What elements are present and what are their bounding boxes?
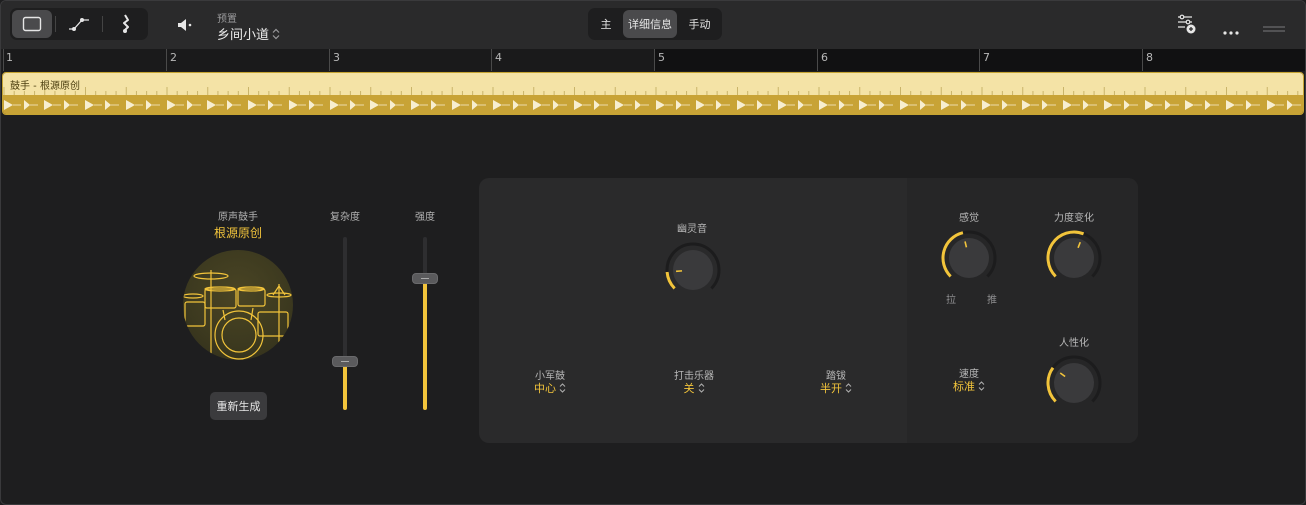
speaker-icon bbox=[178, 19, 192, 31]
bar-number: 6 bbox=[821, 51, 828, 64]
region-header: 鼓手 - 根源原创 bbox=[3, 73, 1303, 95]
ruler-out-of-range bbox=[654, 49, 1305, 71]
humanize-knob[interactable] bbox=[1046, 355, 1102, 411]
velocity-variation-knob[interactable] bbox=[1046, 230, 1102, 286]
feel-push-label: 推 bbox=[987, 295, 997, 306]
complexity-label: 复杂度 bbox=[330, 212, 360, 223]
drag-handle-icon bbox=[1263, 26, 1285, 32]
bar-number: 1 bbox=[6, 51, 13, 64]
more-icon bbox=[1223, 31, 1239, 35]
snare-selector[interactable]: 中心 bbox=[519, 380, 581, 396]
chevron-updown-icon bbox=[978, 381, 985, 391]
bar-number: 3 bbox=[333, 51, 340, 64]
more-button[interactable] bbox=[1222, 21, 1240, 40]
bar-number: 2 bbox=[170, 51, 177, 64]
drummer-name[interactable]: 根源原创 bbox=[188, 224, 288, 241]
tab-manual[interactable]: 手动 bbox=[679, 10, 720, 38]
settings-button[interactable] bbox=[1176, 13, 1198, 39]
percussion-value: 关 bbox=[683, 382, 695, 395]
feel-pull-label: 拉 bbox=[946, 295, 956, 306]
loudness-label: 强度 bbox=[415, 212, 435, 223]
region-pattern bbox=[3, 95, 1303, 114]
view-mode-segmented-control bbox=[10, 8, 148, 40]
bar-line bbox=[329, 49, 330, 71]
preset-label: 预置 bbox=[217, 14, 237, 25]
drag-handle[interactable] bbox=[1262, 19, 1286, 38]
segment-divider bbox=[102, 16, 103, 32]
automation-view-button[interactable] bbox=[59, 10, 99, 38]
bar-line bbox=[979, 49, 980, 71]
rectangle-view-icon bbox=[22, 16, 42, 32]
parameters-panel: 幽灵音 小军鼓 中心 打击乐器 关 踏钹 半开 感觉 拉 推 力度变化 速度 标… bbox=[479, 178, 1138, 443]
drum-hits-pattern bbox=[4, 100, 1301, 110]
hihat-selector[interactable]: 半开 bbox=[806, 380, 866, 396]
preset-value: 乡间小道 bbox=[217, 28, 270, 43]
region-label: 鼓手 - 根源原创 bbox=[10, 81, 80, 92]
chevron-updown-icon bbox=[272, 28, 280, 39]
speed-selector[interactable]: 标准 bbox=[939, 378, 999, 394]
chevron-updown-icon bbox=[698, 383, 704, 393]
bar-number: 5 bbox=[658, 51, 665, 64]
settings-sliders-icon bbox=[1178, 14, 1196, 34]
score-view-button[interactable] bbox=[106, 10, 146, 38]
bar-line bbox=[654, 49, 655, 71]
bar-line bbox=[817, 49, 818, 71]
drummer-region[interactable]: 鼓手 - 根源原创 bbox=[2, 72, 1304, 115]
rectangle-view-button[interactable] bbox=[12, 10, 52, 38]
bar-number: 8 bbox=[1146, 51, 1153, 64]
bar-line bbox=[491, 49, 492, 71]
bar-line bbox=[3, 49, 4, 71]
ghost-notes-knob[interactable] bbox=[665, 242, 721, 298]
bar-line bbox=[166, 49, 167, 71]
velocity-variation-label: 力度变化 bbox=[1054, 213, 1094, 224]
complexity-slider-fill bbox=[343, 361, 347, 410]
regenerate-button[interactable]: 重新生成 bbox=[210, 392, 267, 420]
region-grid-ticks bbox=[3, 87, 1299, 95]
drum-kit-icon bbox=[183, 270, 292, 360]
segment-divider bbox=[55, 16, 56, 32]
timeline-ruler[interactable]: 1 2 3 4 5 6 7 8 bbox=[2, 49, 1305, 71]
loudness-slider-thumb[interactable] bbox=[412, 272, 438, 284]
loudness-slider-fill bbox=[423, 278, 427, 410]
mute-button[interactable] bbox=[173, 13, 197, 37]
hihat-value: 半开 bbox=[820, 382, 842, 395]
bar-number: 4 bbox=[495, 51, 502, 64]
drummer-editor-window: 预置 乡间小道 主 详细信息 手动 1 2 3 4 5 6 7 8 鼓手 - 根… bbox=[0, 0, 1306, 505]
bar-number: 7 bbox=[983, 51, 990, 64]
preset-selector[interactable]: 乡间小道 bbox=[217, 24, 280, 43]
automation-curve-icon bbox=[69, 18, 89, 31]
view-tabs: 主 详细信息 手动 bbox=[588, 8, 722, 40]
complexity-slider-thumb[interactable] bbox=[332, 355, 358, 367]
tab-main[interactable]: 主 bbox=[590, 10, 622, 38]
ghost-notes-label: 幽灵音 bbox=[677, 224, 707, 235]
tab-details[interactable]: 详细信息 bbox=[623, 10, 677, 38]
bar-line bbox=[1142, 49, 1143, 71]
drummer-type-label: 原声鼓手 bbox=[218, 212, 258, 223]
toolbar: 预置 乡间小道 主 详细信息 手动 bbox=[1, 1, 1305, 49]
chevron-updown-icon bbox=[559, 383, 566, 393]
percussion-selector[interactable]: 关 bbox=[659, 380, 729, 396]
humanize-label: 人性化 bbox=[1059, 338, 1089, 349]
chevron-updown-icon bbox=[845, 383, 852, 393]
feel-knob[interactable] bbox=[941, 230, 997, 286]
feel-label: 感觉 bbox=[959, 213, 979, 224]
snare-value: 中心 bbox=[534, 382, 556, 395]
score-notation-icon bbox=[123, 14, 129, 33]
speed-value: 标准 bbox=[953, 380, 975, 393]
drum-kit-image[interactable] bbox=[183, 250, 293, 360]
